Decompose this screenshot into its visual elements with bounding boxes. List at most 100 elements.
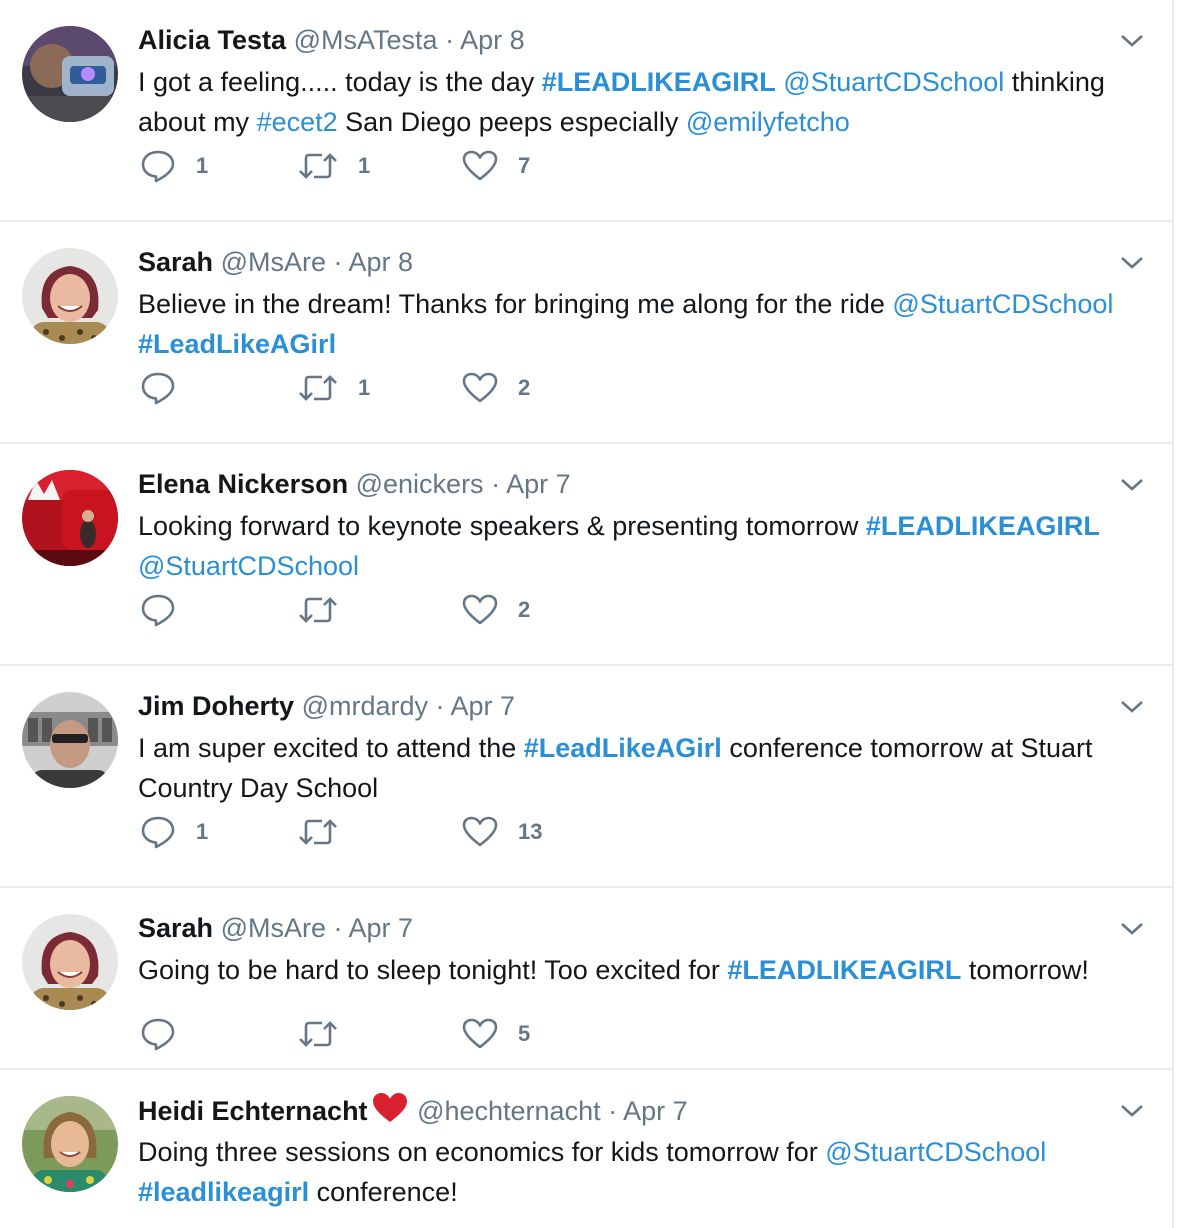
user-name[interactable]: Sarah [138,247,213,277]
mention-link[interactable]: @StuartCDSchool [783,67,1004,97]
like-button[interactable]: 7 [462,146,530,186]
reply-button[interactable]: 1 [140,146,208,186]
tweet-header: Heidi Echternacht @hechternacht · Apr 7 [138,1092,688,1133]
reply-icon [141,816,175,849]
avatar[interactable] [22,692,118,788]
tweet-actions: 1 13 [140,812,640,852]
retweet-icon [299,597,337,623]
mention-link[interactable]: @StuartCDSchool [825,1137,1046,1167]
tweet-text-segment: Believe in the dream! Thanks for bringin… [138,289,893,319]
hashtag-link[interactable]: #LeadLikeAGirl [524,733,722,763]
user-handle[interactable]: @enickers [356,469,484,499]
avatar[interactable] [22,248,118,344]
avatar[interactable] [22,470,118,566]
tweet-date[interactable]: Apr 8 [349,247,414,277]
tweet[interactable]: Sarah @MsAre · Apr 7 Going to be hard to… [0,888,1172,1070]
heart-icon [462,816,498,847]
retweet-icon [299,1021,337,1047]
chevron-down-icon[interactable] [1118,30,1146,50]
tweet-header: Jim Doherty @mrdardy · Apr 7 [138,688,515,724]
chevron-down-icon[interactable] [1118,474,1146,494]
tweet[interactable]: Alicia Testa @MsATesta · Apr 8 I got a f… [0,0,1172,222]
reply-count: 1 [196,819,209,844]
like-button[interactable]: 5 [462,1014,530,1054]
reply-icon [141,372,175,405]
hashtag-link[interactable]: #LEADLIKEAGIRL [542,67,776,97]
tweet-text-segment: I am super excited to attend the [138,733,524,763]
tweet[interactable]: Jim Doherty @mrdardy · Apr 7 I am super … [0,666,1172,888]
tweet-text-segment: conference! [309,1177,458,1207]
avatar[interactable] [22,914,118,1010]
reply-button[interactable]: 1 [140,812,208,852]
retweet-icon [299,819,337,845]
tweet[interactable]: Sarah @MsAre · Apr 8 Believe in the drea… [0,222,1172,444]
retweet-icon [299,375,337,401]
avatar[interactable] [22,26,118,122]
heart-icon [462,1018,498,1049]
retweet-button[interactable] [298,590,358,630]
like-button[interactable]: 2 [462,368,530,408]
retweet-button[interactable]: 1 [298,368,370,408]
reply-button[interactable] [140,1014,196,1054]
hashtag-link[interactable]: #ecet2 [257,107,338,137]
red-heart-emoji [372,1092,408,1133]
separator: · [435,691,445,721]
tweet-date[interactable]: Apr 7 [349,913,414,943]
tweet[interactable]: Heidi Echternacht @hechternacht · Apr 7 … [0,1070,1172,1228]
retweet-button[interactable]: 1 [298,146,370,186]
user-handle[interactable]: @MsATesta [294,25,438,55]
user-handle[interactable]: @MsAre [221,247,326,277]
hashtag-link[interactable]: #LeadLikeAGirl [138,329,336,359]
mention-link[interactable]: @emilyfetcho [686,107,850,137]
heart-icon [462,372,498,403]
separator: · [608,1096,618,1126]
hashtag-link[interactable]: #LEADLIKEAGIRL [866,511,1100,541]
tweet-date[interactable]: Apr 7 [506,469,571,499]
mention-link[interactable]: @StuartCDSchool [138,551,359,581]
tweet-text: I am super excited to attend the #LeadLi… [138,728,1158,808]
user-name[interactable]: Alicia Testa [138,25,286,55]
tweet-header: Sarah @MsAre · Apr 8 [138,244,413,280]
reply-button[interactable] [140,368,196,408]
user-name[interactable]: Sarah [138,913,213,943]
tweet-text: Doing three sessions on economics for ki… [138,1132,1158,1212]
tweet-actions: 1 1 7 [140,146,640,186]
tweet-text-segment: I got a feeling..... today is the day [138,67,542,97]
like-count: 2 [518,375,531,400]
tweet-text-segment: Going to be hard to sleep tonight! Too e… [138,955,728,985]
tweet[interactable]: Elena Nickerson @enickers · Apr 7 Lookin… [0,444,1172,666]
user-name[interactable]: Jim Doherty [138,691,294,721]
hashtag-link[interactable]: #LEADLIKEAGIRL [727,955,961,985]
user-name[interactable]: Elena Nickerson [138,469,348,499]
tweet-text-segment: Looking forward to keynote speakers & pr… [138,511,866,541]
tweet-date[interactable]: Apr 7 [623,1096,688,1126]
user-handle[interactable]: @mrdardy [302,691,428,721]
like-button[interactable]: 13 [462,812,542,852]
chevron-down-icon[interactable] [1118,1100,1146,1120]
retweet-button[interactable] [298,1014,358,1054]
avatar[interactable] [22,1096,118,1192]
retweet-count: 1 [358,375,371,400]
chevron-down-icon[interactable] [1118,252,1146,272]
tweet-date[interactable]: Apr 8 [460,25,525,55]
user-name[interactable]: Heidi Echternacht [138,1096,368,1126]
reply-button[interactable] [140,590,196,630]
hashtag-link[interactable]: #leadlikeagirl [138,1177,309,1207]
chevron-down-icon[interactable] [1118,696,1146,716]
chevron-down-icon[interactable] [1118,918,1146,938]
tweet-timeline: Alicia Testa @MsATesta · Apr 8 I got a f… [0,0,1174,1228]
like-count: 5 [518,1021,531,1046]
user-handle[interactable]: @MsAre [221,913,326,943]
like-count: 13 [518,819,543,844]
tweet-text-segment: San Diego peeps especially [337,107,686,137]
like-count: 2 [518,597,531,622]
retweet-button[interactable] [298,812,358,852]
tweet-header: Alicia Testa @MsATesta · Apr 8 [138,22,525,58]
tweet-header: Elena Nickerson @enickers · Apr 7 [138,466,571,502]
like-button[interactable]: 2 [462,590,530,630]
user-handle[interactable]: @hechternacht [417,1096,601,1126]
tweet-text-segment: Doing three sessions on economics for ki… [138,1137,826,1167]
mention-link[interactable]: @StuartCDSchool [892,289,1113,319]
tweet-date[interactable]: Apr 7 [451,691,516,721]
tweet-text: Believe in the dream! Thanks for bringin… [138,284,1158,364]
